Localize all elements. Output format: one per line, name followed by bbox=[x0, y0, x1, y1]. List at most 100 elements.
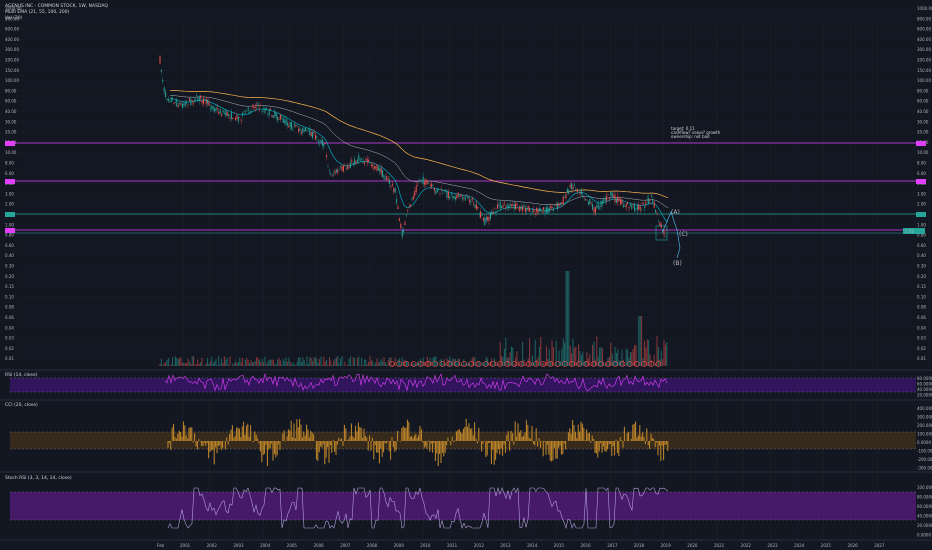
volume-bar bbox=[219, 364, 221, 366]
cci-bar bbox=[364, 436, 366, 441]
volume-bar bbox=[305, 364, 307, 366]
candle-body bbox=[480, 211, 482, 218]
cci-bar bbox=[446, 441, 448, 446]
cci-scale-label: 0.0000 bbox=[917, 440, 931, 445]
cci-bar bbox=[278, 441, 280, 445]
cci-bar bbox=[464, 427, 466, 441]
candle-body bbox=[502, 205, 504, 208]
cci-bar bbox=[352, 436, 354, 441]
volume-bar bbox=[348, 358, 350, 366]
candle-body bbox=[288, 125, 290, 128]
cci-bar bbox=[357, 422, 359, 441]
candle-body bbox=[303, 129, 305, 132]
candle-body bbox=[258, 108, 260, 110]
volume-bar bbox=[313, 357, 315, 366]
candle-body bbox=[550, 206, 552, 209]
price-scale-label: 20.00 bbox=[5, 130, 17, 135]
cci-bar bbox=[602, 441, 604, 447]
candle-body bbox=[531, 210, 533, 212]
cci-bar bbox=[317, 441, 319, 461]
candle-body bbox=[652, 199, 654, 203]
volume-bar bbox=[349, 356, 351, 366]
candle-body bbox=[383, 175, 385, 180]
cci-bar bbox=[423, 441, 425, 449]
volume-bar bbox=[324, 361, 326, 366]
volume-bar bbox=[296, 361, 298, 366]
candle-body bbox=[393, 188, 395, 193]
volume-bar bbox=[270, 359, 272, 366]
candle-body bbox=[603, 199, 605, 202]
candle-body bbox=[564, 197, 566, 198]
candle-body bbox=[417, 185, 419, 186]
stoch-scale-label: 60.0000 bbox=[917, 504, 932, 509]
candle-body bbox=[443, 190, 445, 192]
volume-bar bbox=[253, 362, 255, 366]
price-scale-label: 1.00 bbox=[5, 222, 14, 227]
candle-body bbox=[349, 162, 351, 169]
candle-body bbox=[313, 131, 315, 133]
cci-bar bbox=[322, 441, 324, 444]
trading-chart[interactable]: AGENUS INC - COMMON STOCK, 1W, NASDAQ Mu… bbox=[0, 0, 932, 550]
volume-bar bbox=[585, 361, 587, 366]
cci-bar bbox=[657, 441, 659, 456]
cci-bar bbox=[311, 432, 313, 441]
cci-bar bbox=[425, 441, 427, 447]
volume-bar bbox=[251, 362, 253, 366]
candle-body bbox=[617, 196, 619, 203]
time-label: 2014 bbox=[527, 543, 538, 548]
cci-bar bbox=[213, 441, 215, 465]
candle-body bbox=[312, 131, 314, 139]
candle-body bbox=[491, 211, 493, 215]
candle-body bbox=[226, 111, 228, 116]
cci-bar bbox=[646, 428, 648, 441]
candle-body bbox=[170, 97, 172, 102]
volume-bar bbox=[257, 357, 259, 366]
volume-bar bbox=[558, 350, 560, 366]
price-scale-label: 0.40 bbox=[917, 253, 926, 258]
price-scale-label: 80.00 bbox=[917, 88, 929, 93]
cci-bar bbox=[283, 430, 285, 441]
cci-bar bbox=[306, 424, 308, 441]
cci-bar bbox=[580, 421, 582, 441]
candle-body bbox=[589, 199, 591, 205]
candle-body bbox=[646, 198, 648, 200]
volume-bar bbox=[279, 360, 281, 366]
candle-body bbox=[251, 106, 253, 107]
candle-body bbox=[418, 180, 420, 181]
price-scale-label: 0.06 bbox=[917, 315, 926, 320]
candle-body bbox=[366, 158, 368, 163]
price-scale-label: 100.00 bbox=[5, 78, 19, 83]
volume-bar bbox=[289, 361, 291, 366]
volume-bar bbox=[632, 348, 634, 366]
candle-body bbox=[460, 194, 462, 197]
volume-bar bbox=[639, 316, 641, 366]
cci-bar bbox=[310, 430, 312, 441]
volume-bar bbox=[501, 355, 503, 366]
cci-bar bbox=[612, 441, 614, 447]
candle-body bbox=[260, 105, 262, 107]
volume-bar bbox=[531, 355, 533, 366]
volume-bar bbox=[249, 363, 251, 366]
cci-bar bbox=[343, 424, 345, 441]
candle-body bbox=[319, 142, 321, 144]
cci-bar bbox=[387, 441, 389, 442]
candle-body bbox=[592, 204, 594, 210]
candle-body bbox=[578, 189, 580, 191]
cci-bar bbox=[273, 441, 275, 455]
volume-bar bbox=[300, 362, 302, 366]
candle-body bbox=[394, 188, 396, 193]
candle-body bbox=[382, 170, 384, 178]
cci-bar bbox=[482, 441, 484, 444]
cci-bar bbox=[538, 438, 540, 441]
cci-bar bbox=[392, 441, 394, 448]
candle-body bbox=[285, 118, 287, 125]
price-scale-label: 600.00 bbox=[917, 27, 931, 32]
volume-bar bbox=[579, 350, 581, 366]
candle-body bbox=[452, 196, 454, 198]
candle-body bbox=[205, 98, 207, 105]
candle-body bbox=[307, 127, 309, 129]
cci-bar bbox=[373, 441, 375, 460]
cci-bar bbox=[607, 441, 609, 450]
volume-bar bbox=[431, 361, 433, 366]
candle-body bbox=[194, 97, 196, 102]
